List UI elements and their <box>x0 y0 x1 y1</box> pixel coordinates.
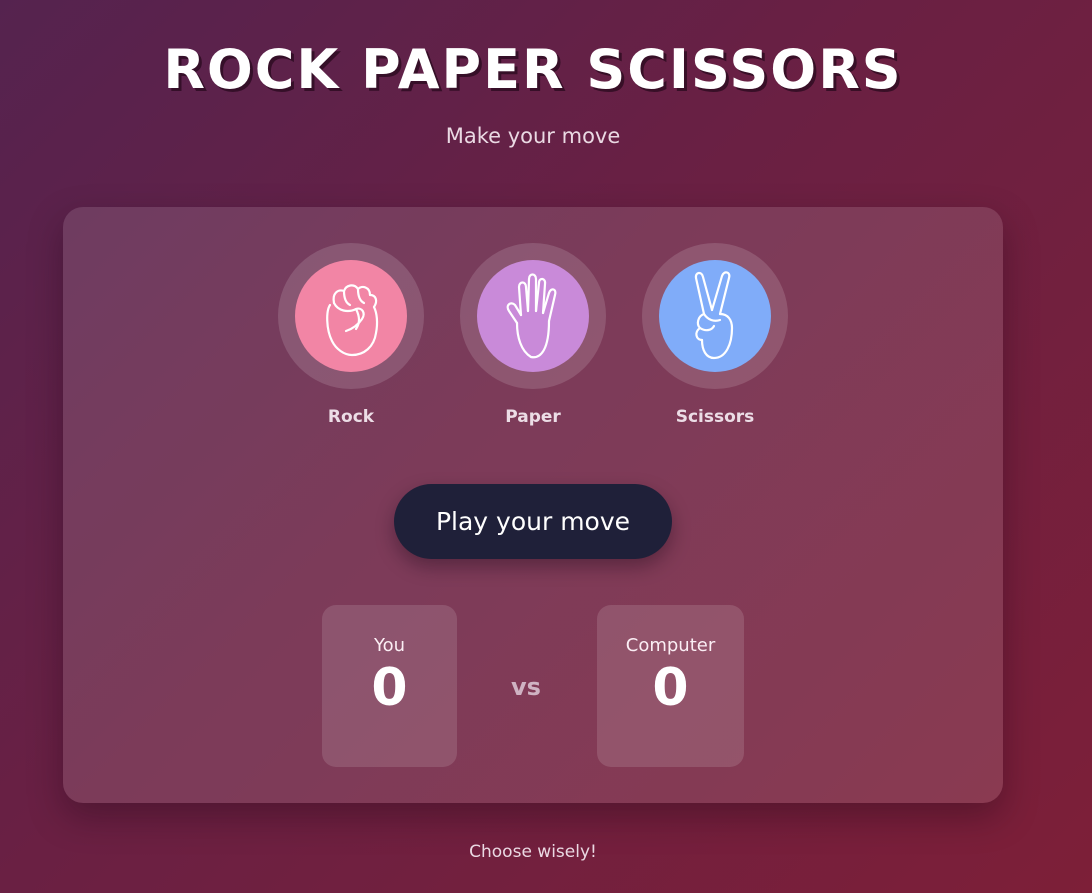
page-title: ROCK PAPER SCISSORS <box>163 38 903 101</box>
choice-label-paper: Paper <box>505 407 561 427</box>
rock-button[interactable] <box>278 243 424 389</box>
footer-text: Choose wisely! <box>469 842 597 862</box>
scissors-disc <box>659 260 771 372</box>
page-subtitle: Make your move <box>445 124 621 148</box>
computer-score: 0 <box>652 658 689 718</box>
computer-label: Computer <box>625 635 716 656</box>
scissors-button[interactable] <box>642 243 788 389</box>
choice-label-scissors: Scissors <box>675 407 755 427</box>
fist-icon <box>326 284 379 357</box>
choice-paper[interactable]: Paper <box>460 243 606 427</box>
play-move-button[interactable]: Play your move <box>394 484 672 559</box>
player-score: 0 <box>371 658 408 718</box>
paper-disc <box>477 260 589 372</box>
game-card: Rock Paper Scissors Play your move You 0… <box>63 207 1003 803</box>
choice-rock[interactable]: Rock <box>278 243 424 427</box>
player-score-card: You 0 <box>322 605 457 767</box>
computer-score-card: Computer 0 <box>597 605 744 767</box>
choice-scissors[interactable]: Scissors <box>642 243 788 427</box>
player-label: You <box>373 635 406 656</box>
open-hand-icon <box>506 273 557 359</box>
vs-label: vs <box>511 673 541 701</box>
peace-sign-icon <box>694 271 734 360</box>
rock-disc <box>295 260 407 372</box>
choice-label-rock: Rock <box>327 407 375 427</box>
paper-button[interactable] <box>460 243 606 389</box>
